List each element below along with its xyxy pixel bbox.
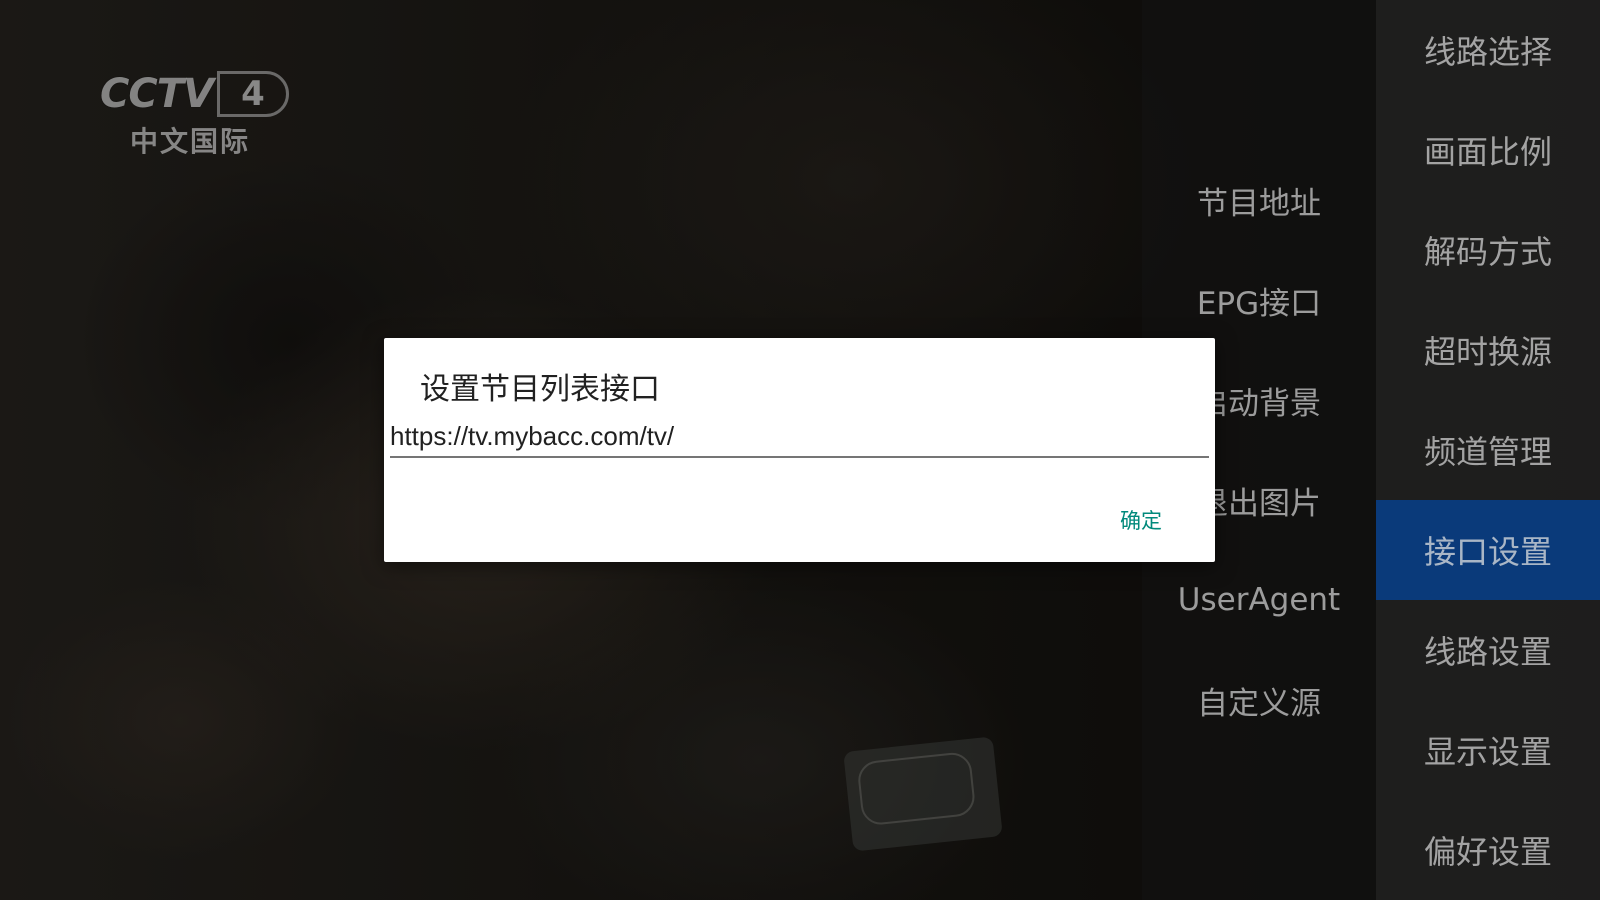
- menu-item-display-settings[interactable]: 显示设置: [1376, 700, 1600, 800]
- dialog-title: 设置节目列表接口: [420, 372, 660, 407]
- channel-logo-subtitle: 中文国际: [130, 125, 251, 158]
- menu-item-preferences[interactable]: 偏好设置: [1376, 800, 1600, 900]
- submenu-item-user-agent[interactable]: UserAgent: [1142, 550, 1376, 650]
- menu-item-line-select[interactable]: 线路选择: [1376, 0, 1600, 100]
- menu-item-timeout-switch[interactable]: 超时换源: [1376, 300, 1600, 400]
- submenu-item-epg-interface[interactable]: EPG接口: [1142, 250, 1376, 350]
- menu-item-channel-manage[interactable]: 频道管理: [1376, 400, 1600, 500]
- submenu-item-custom-source[interactable]: 自定义源: [1142, 650, 1376, 750]
- program-list-interface-dialog: 设置节目列表接口 确定: [384, 338, 1215, 562]
- menu-item-decode-mode[interactable]: 解码方式: [1376, 200, 1600, 300]
- channel-logo: CCTV 4 中文国际: [100, 68, 310, 158]
- menu-item-line-settings[interactable]: 线路设置: [1376, 600, 1600, 700]
- tv-player-screen: CCTV 4 中文国际 节目地址 EPG接口 启动背景 退出图片 UserAge…: [0, 0, 1600, 900]
- interface-url-input[interactable]: [390, 416, 1209, 458]
- settings-menu: 线路选择 画面比例 解码方式 超时换源 频道管理 接口设置 线路设置 显示设置 …: [1376, 0, 1600, 900]
- menu-item-interface-settings[interactable]: 接口设置: [1376, 500, 1600, 600]
- confirm-button[interactable]: 确定: [1106, 498, 1176, 542]
- channel-logo-number: 4: [216, 71, 289, 117]
- channel-logo-brand: CCTV: [100, 71, 214, 117]
- menu-item-aspect-ratio[interactable]: 画面比例: [1376, 100, 1600, 200]
- submenu-item-program-address[interactable]: 节目地址: [1142, 150, 1376, 250]
